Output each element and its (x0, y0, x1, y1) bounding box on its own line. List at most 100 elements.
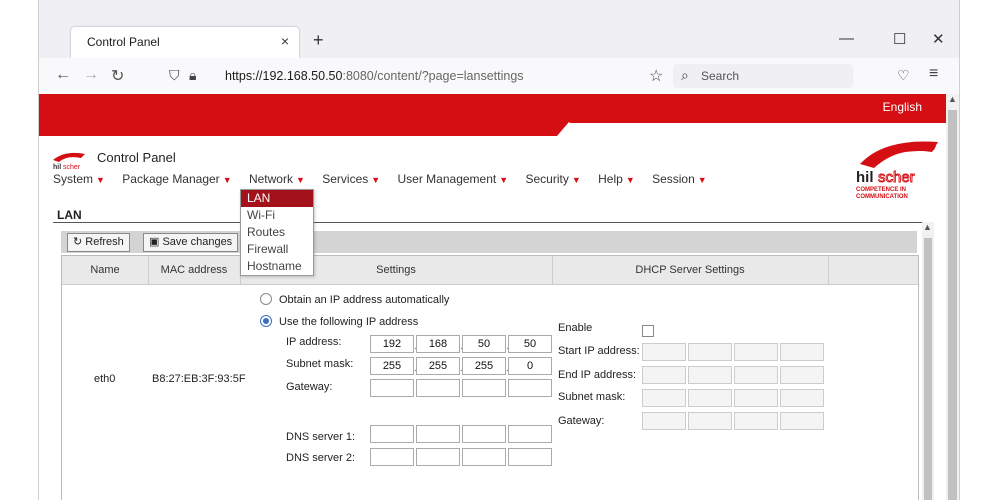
header-decor-shape (39, 122, 946, 136)
dns1-octet-4[interactable] (508, 425, 552, 443)
dns2-label: DNS server 2: (286, 452, 356, 464)
menu-system[interactable]: System ▼ (53, 172, 105, 186)
dns1-octet-1[interactable] (370, 425, 414, 443)
url-path: :8080/content/?page=lansettings (342, 69, 524, 83)
menu-package-manager[interactable]: Package Manager ▼ (122, 172, 231, 186)
header-dhcp: DHCP Server Settings (635, 264, 745, 276)
dhcp-enable-checkbox[interactable] (642, 325, 654, 337)
dhcp-mask-octet-1[interactable] (642, 389, 686, 407)
page-scroll-thumb[interactable] (948, 110, 957, 500)
menu-services[interactable]: Services ▼ (322, 172, 380, 186)
url-bar[interactable]: https://192.168.50.50:8080/content/?page… (225, 69, 524, 83)
save-label: Save changes (162, 236, 233, 248)
radio-obtain-auto[interactable]: Obtain an IP address automatically (260, 293, 449, 306)
dns2-octet-4[interactable] (508, 448, 552, 466)
ip-octet-4[interactable]: 50 (508, 335, 552, 353)
new-tab-icon[interactable]: + (313, 30, 324, 51)
dhcp-start-octet-2[interactable] (688, 343, 732, 361)
gateway-octet-2[interactable] (416, 379, 460, 397)
page-scrollbar[interactable]: ▲ (946, 94, 959, 500)
hamburger-menu-icon[interactable]: ≡ (929, 65, 938, 83)
svg-text:hil: hil (53, 164, 61, 171)
dropdown-item-hostname[interactable]: Hostname (241, 258, 313, 275)
grid-scroll-thumb[interactable] (924, 238, 932, 500)
dhcp-end-octet-4[interactable] (780, 366, 824, 384)
dropdown-item-firewall[interactable]: Firewall (241, 241, 313, 258)
search-box[interactable]: ⌕ Search (673, 64, 853, 88)
url-host: https://192.168.50.50 (225, 69, 343, 83)
caret-down-icon: ▼ (295, 175, 305, 185)
dropdown-item-lan[interactable]: LAN (241, 190, 313, 207)
menu-system-label: System (53, 172, 94, 186)
menu-user-management[interactable]: User Management ▼ (398, 172, 509, 186)
close-tab-icon[interactable]: × (281, 33, 289, 49)
scroll-up-icon[interactable]: ▲ (923, 222, 932, 232)
menu-help[interactable]: Help ▼ (598, 172, 635, 186)
dhcp-start-octet-3[interactable] (734, 343, 778, 361)
mask-octet-3[interactable]: 255 (462, 357, 506, 375)
dhcp-gateway-octet-4[interactable] (780, 412, 824, 430)
logo-tagline-2: COMMUNICATION (856, 194, 908, 200)
lock-icon[interactable]: 🔒︎ (189, 67, 196, 84)
table-row[interactable]: eth0 B8:27:EB:3F:93:5F Obtain an IP addr… (62, 285, 918, 485)
dhcp-end-label: End IP address: (558, 369, 637, 381)
reload-icon[interactable]: ↻ (111, 66, 124, 86)
dns1-octet-3[interactable] (462, 425, 506, 443)
gateway-octet-4[interactable] (508, 379, 552, 397)
forward-icon[interactable]: → (83, 66, 99, 84)
mask-octet-1[interactable]: 255 (370, 357, 414, 375)
tab-bar: Control Panel × + — ☐ ✕ (39, 0, 959, 59)
tab-control-panel[interactable]: Control Panel × (71, 27, 299, 59)
gateway-octet-3[interactable] (462, 379, 506, 397)
save-changes-button[interactable]: ▣ Save changes (143, 233, 239, 252)
dhcp-start-label: Start IP address: (558, 345, 640, 357)
dhcp-start-octet-4[interactable] (780, 343, 824, 361)
caret-down-icon: ▼ (499, 175, 509, 185)
row-name: eth0 (94, 373, 116, 385)
gateway-octet-1[interactable] (370, 379, 414, 397)
refresh-icon: ↻ (73, 236, 83, 248)
mask-octet-2[interactable]: 255 (416, 357, 460, 375)
ip-octet-1[interactable]: 192 (370, 335, 414, 353)
network-dropdown: LAN Wi-Fi Routes Firewall Hostname (240, 189, 314, 276)
dhcp-end-octet-1[interactable] (642, 366, 686, 384)
menu-session[interactable]: Session ▼ (652, 172, 707, 186)
dns2-octet-3[interactable] (462, 448, 506, 466)
close-window-icon[interactable]: ✕ (932, 30, 945, 48)
dhcp-mask-octet-4[interactable] (780, 389, 824, 407)
dhcp-mask-octet-3[interactable] (734, 389, 778, 407)
language-selector[interactable]: English (883, 100, 922, 114)
refresh-button[interactable]: ↻ Refresh (67, 233, 130, 252)
minimize-icon[interactable]: — (839, 30, 854, 47)
menu-network[interactable]: Network ▼ (249, 172, 305, 186)
dns1-octet-2[interactable] (416, 425, 460, 443)
pocket-icon[interactable]: ♡ (897, 67, 910, 84)
bookmark-star-icon[interactable]: ☆ (649, 66, 663, 86)
ip-octet-3[interactable]: 50 (462, 335, 506, 353)
lan-table: Name MAC address Settings DHCP Server Se… (61, 255, 919, 500)
dropdown-item-wifi[interactable]: Wi-Fi (241, 207, 313, 224)
dhcp-end-octet-3[interactable] (734, 366, 778, 384)
menu-user-management-label: User Management (397, 172, 497, 186)
dns2-octet-2[interactable] (416, 448, 460, 466)
menu-security[interactable]: Security ▼ (526, 172, 581, 186)
dns2-octet-1[interactable] (370, 448, 414, 466)
dhcp-start-octet-1[interactable] (642, 343, 686, 361)
app-title: Control Panel (97, 150, 176, 165)
dhcp-end-octet-2[interactable] (688, 366, 732, 384)
caret-down-icon: ▼ (371, 175, 381, 185)
ip-octet-2[interactable]: 168 (416, 335, 460, 353)
section-divider (53, 222, 931, 223)
dhcp-gateway-octet-2[interactable] (688, 412, 732, 430)
grid-scrollbar[interactable]: ▲ (922, 222, 934, 500)
radio-use-following[interactable]: Use the following IP address (260, 315, 418, 328)
dhcp-gateway-octet-3[interactable] (734, 412, 778, 430)
scroll-up-icon[interactable]: ▲ (948, 94, 957, 104)
shield-icon[interactable]: ⛉ (169, 67, 180, 84)
mask-octet-4[interactable]: 0 (508, 357, 552, 375)
back-icon[interactable]: ← (55, 66, 71, 84)
maximize-icon[interactable]: ☐ (893, 30, 906, 48)
dhcp-gateway-octet-1[interactable] (642, 412, 686, 430)
dhcp-mask-octet-2[interactable] (688, 389, 732, 407)
dropdown-item-routes[interactable]: Routes (241, 224, 313, 241)
